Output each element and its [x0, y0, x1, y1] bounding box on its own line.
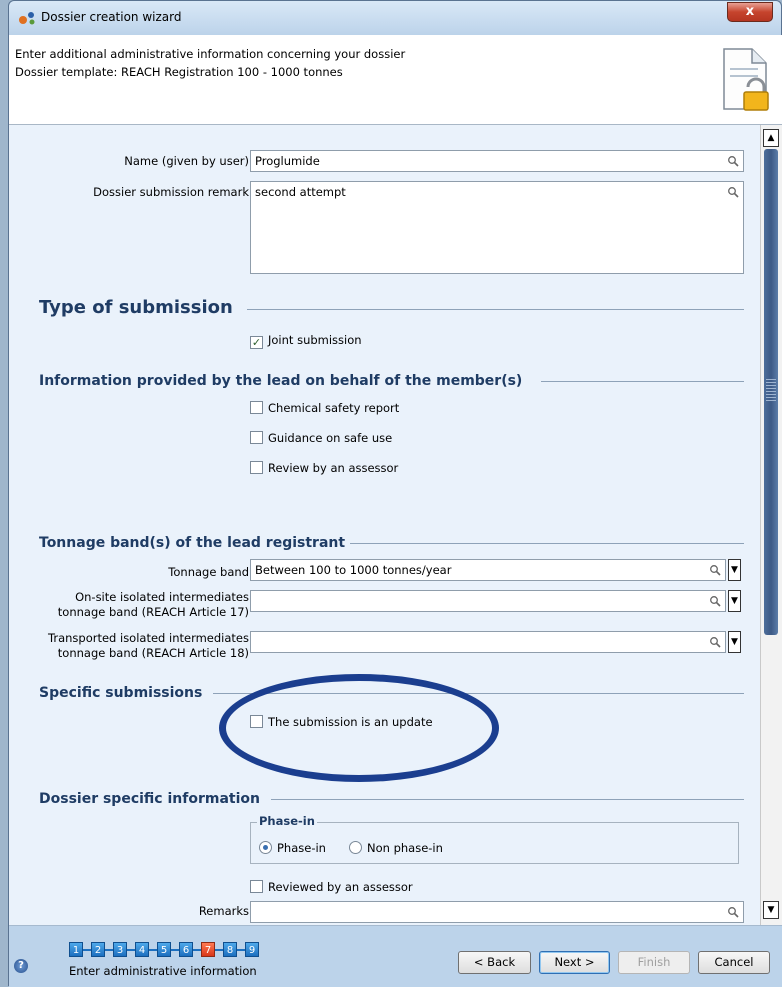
app-icon — [19, 12, 35, 25]
step-8[interactable]: 8 — [223, 942, 237, 957]
phase-in-radio[interactable]: Phase-in — [259, 841, 326, 855]
step-1[interactable]: 1 — [69, 942, 83, 957]
tonnage-band-value: Between 100 to 1000 tonnes/year — [255, 563, 452, 577]
tonnage-heading: Tonnage band(s) of the lead registrant — [39, 535, 346, 551]
step-indicator: 1 2 3 4 5 6 7 8 9 — [69, 942, 259, 957]
remarks-label: Remarks — [198, 904, 249, 918]
guidance-safe-use-checkbox[interactable]: Guidance on safe use — [250, 431, 392, 445]
help-icon[interactable]: ? — [14, 959, 28, 973]
magnifier-icon[interactable] — [709, 564, 721, 576]
chevron-down-icon[interactable]: ▼ — [728, 631, 741, 653]
step-2[interactable]: 2 — [91, 942, 105, 957]
phase-in-groupbox: Phase-in Phase-in Non phase-in — [250, 814, 739, 864]
specific-submissions-heading: Specific submissions — [39, 685, 203, 701]
close-icon: x — [745, 4, 755, 19]
highlight-ellipse — [219, 674, 499, 782]
chevron-up-icon[interactable]: ▲ — [763, 129, 779, 147]
header-description: Enter additional administrative informat… — [15, 47, 406, 61]
step-4[interactable]: 4 — [135, 942, 149, 957]
window-title: Dossier creation wizard — [41, 10, 182, 24]
wizard-footer: ? 1 2 3 4 5 6 7 8 9 Enter administrative… — [9, 925, 782, 987]
step-9[interactable]: 9 — [245, 942, 259, 957]
form-content[interactable]: Name (given by user) Proglumide Dossier … — [9, 125, 760, 925]
non-phase-in-radio[interactable]: Non phase-in — [349, 841, 443, 855]
chevron-down-icon[interactable]: ▼ — [728, 590, 741, 612]
review-by-assessor-checkbox[interactable]: Review by an assessor — [250, 461, 398, 475]
document-lock-icon — [723, 48, 769, 111]
name-label: Name (given by user) — [124, 154, 249, 168]
step-6[interactable]: 6 — [179, 942, 193, 957]
tonnage-band-label: Tonnage band — [168, 565, 249, 579]
dossier-template-label: Dossier template: REACH Registration 100… — [15, 65, 343, 79]
wizard-window: Dossier creation wizard x Enter addition… — [8, 0, 782, 987]
dossier-specific-heading: Dossier specific information — [39, 791, 260, 807]
lead-info-heading: Information provided by the lead on beha… — [39, 373, 523, 389]
close-button[interactable]: x — [727, 2, 773, 22]
name-value: Proglumide — [255, 154, 320, 168]
magnifier-icon[interactable] — [727, 155, 739, 167]
header-panel: Enter additional administrative informat… — [9, 35, 782, 125]
divider — [271, 799, 744, 800]
magnifier-icon[interactable] — [727, 906, 739, 918]
title-bar: Dossier creation wizard x — [9, 1, 781, 35]
review-by-assessor-label: Review by an assessor — [268, 461, 399, 475]
step-caption: Enter administrative information — [69, 964, 257, 978]
remark-value: second attempt — [255, 185, 346, 199]
cancel-button[interactable]: Cancel — [698, 951, 770, 974]
step-3[interactable]: 3 — [113, 942, 127, 957]
magnifier-icon[interactable] — [727, 186, 739, 198]
divider — [541, 381, 744, 382]
remark-label: Dossier submission remark — [93, 185, 249, 199]
back-button[interactable]: < Back — [458, 951, 531, 974]
transported-label: Transported isolated intermediates tonna… — [48, 631, 249, 660]
magnifier-icon[interactable] — [709, 595, 721, 607]
name-field[interactable]: Proglumide — [250, 150, 744, 172]
chemical-safety-report-label: Chemical safety report — [268, 401, 400, 415]
phase-in-group-title: Phase-in — [257, 814, 317, 828]
checkmark-icon: ✓ — [250, 336, 263, 349]
chevron-down-icon[interactable]: ▼ — [728, 559, 741, 581]
chemical-safety-report-checkbox[interactable]: Chemical safety report — [250, 401, 399, 415]
next-button[interactable]: Next > — [539, 951, 610, 974]
step-5[interactable]: 5 — [157, 942, 171, 957]
joint-submission-checkbox[interactable]: ✓ Joint submission — [250, 333, 362, 349]
vertical-scrollbar[interactable]: ▲ ▼ — [760, 125, 782, 925]
divider — [247, 309, 744, 310]
tonnage-band-select[interactable]: Between 100 to 1000 tonnes/year — [250, 559, 726, 581]
scroll-thumb[interactable] — [764, 149, 778, 635]
guidance-safe-use-label: Guidance on safe use — [268, 431, 393, 445]
reviewed-by-assessor-checkbox[interactable]: Reviewed by an assessor — [250, 880, 413, 894]
type-of-submission-heading: Type of submission — [39, 297, 233, 318]
magnifier-icon[interactable] — [709, 636, 721, 648]
chevron-down-icon[interactable]: ▼ — [763, 901, 779, 919]
transported-tonnage-select[interactable] — [250, 631, 726, 653]
step-7-current[interactable]: 7 — [201, 942, 215, 957]
onsite-label: On-site isolated intermediates tonnage b… — [57, 590, 249, 619]
remark-field[interactable]: second attempt — [250, 181, 744, 274]
finish-button[interactable]: Finish — [618, 951, 690, 974]
joint-submission-label: Joint submission — [268, 333, 362, 347]
remarks-field[interactable] — [250, 901, 744, 923]
divider — [350, 543, 744, 544]
scroll-grip — [766, 379, 776, 403]
onsite-tonnage-select[interactable] — [250, 590, 726, 612]
